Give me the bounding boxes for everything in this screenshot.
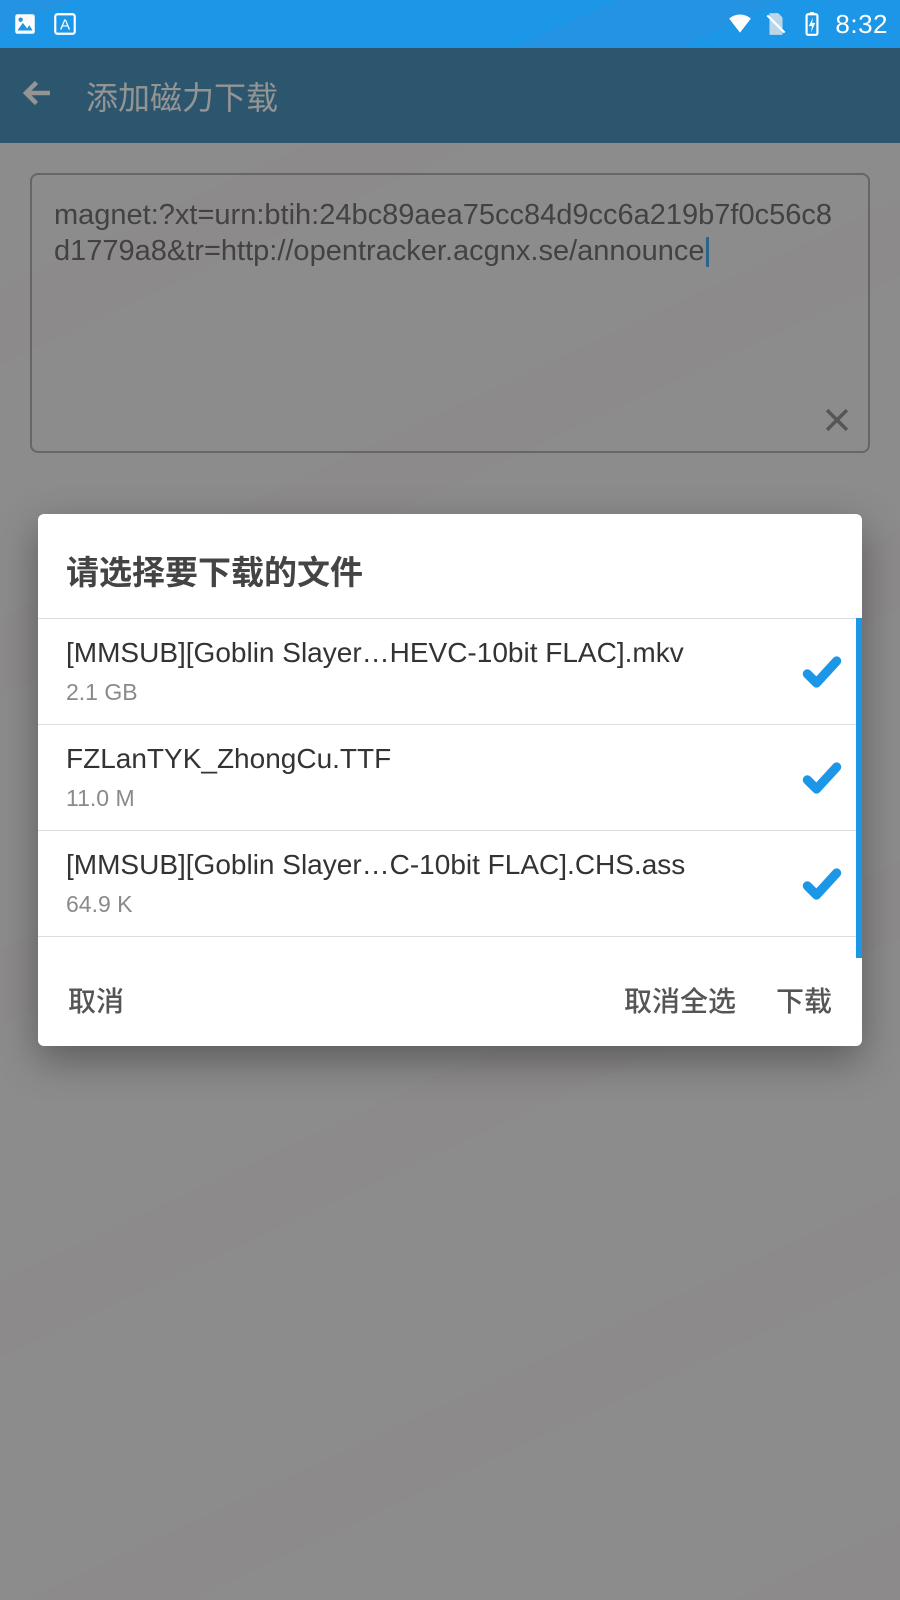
status-bar: A 8:32 <box>0 0 900 48</box>
dialog-actions: 取消 取消全选 下载 <box>38 958 862 1046</box>
file-item[interactable]: [MMSUB][Goblin Slayer…HEVC-10bit FLAC].m… <box>38 618 862 725</box>
file-list[interactable]: [MMSUB][Goblin Slayer…HEVC-10bit FLAC].m… <box>38 618 862 958</box>
dialog-title: 请选择要下载的文件 <box>38 514 862 618</box>
page: 添加磁力下载 magnet:?xt=urn:btih:24bc89aea75cc… <box>0 48 900 1600</box>
battery-charging-icon <box>799 11 825 37</box>
text-app-icon: A <box>52 11 78 37</box>
file-size: 2.1 GB <box>66 679 786 706</box>
check-icon[interactable] <box>800 862 844 906</box>
download-button[interactable]: 下载 <box>776 980 832 1020</box>
file-size: 11.0 M <box>66 785 786 812</box>
svg-text:A: A <box>60 16 71 33</box>
file-item[interactable]: [MMSUB][Goblin Slayer…C-10bit FLAC].CHT.… <box>38 937 862 958</box>
status-time: 8:32 <box>835 9 888 40</box>
file-name: FZLanTYK_ZhongCu.TTF <box>66 743 786 775</box>
file-name: [MMSUB][Goblin Slayer…C-10bit FLAC].CHS.… <box>66 849 786 881</box>
file-name: [MMSUB][Goblin Slayer…C-10bit FLAC].CHT.… <box>66 955 786 958</box>
file-item[interactable]: [MMSUB][Goblin Slayer…C-10bit FLAC].CHS.… <box>38 831 862 937</box>
no-sim-icon <box>763 11 789 37</box>
wifi-icon <box>727 11 753 37</box>
file-item[interactable]: FZLanTYK_ZhongCu.TTF 11.0 M <box>38 725 862 831</box>
file-name: [MMSUB][Goblin Slayer…HEVC-10bit FLAC].m… <box>66 637 786 669</box>
gallery-icon <box>12 11 38 37</box>
cancel-button[interactable]: 取消 <box>68 980 124 1020</box>
deselect-all-button[interactable]: 取消全选 <box>624 980 736 1020</box>
check-icon[interactable] <box>800 756 844 800</box>
file-select-dialog: 请选择要下载的文件 [MMSUB][Goblin Slayer…HEVC-10b… <box>38 514 862 1046</box>
check-icon[interactable] <box>800 650 844 694</box>
file-size: 64.9 K <box>66 891 786 918</box>
